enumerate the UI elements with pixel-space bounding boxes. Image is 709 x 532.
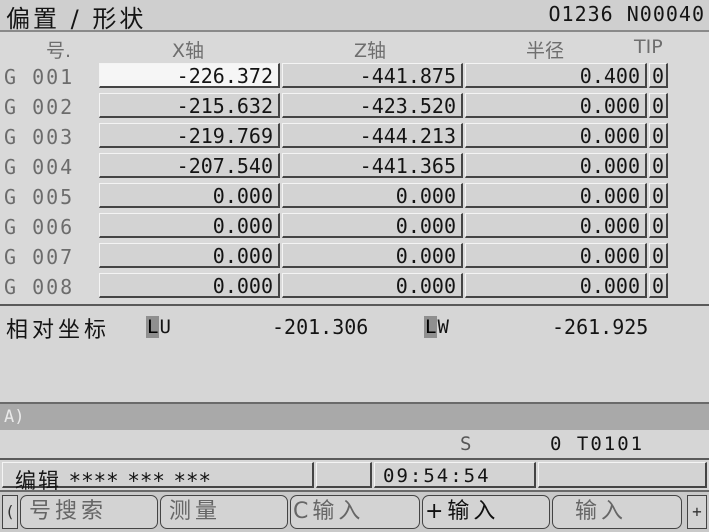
x-offset-cell[interactable]: 0.000 <box>99 273 280 298</box>
offset-number: G 007 <box>4 245 75 269</box>
u-axis-label: LU <box>146 316 171 338</box>
tip-cell[interactable]: 0 <box>649 63 668 88</box>
tool-number: 0 T0101 <box>550 433 645 455</box>
z-offset-cell[interactable]: 0.000 <box>282 273 463 298</box>
radius-cell[interactable]: 0.000 <box>465 213 647 238</box>
softkey-prev-button[interactable]: ( <box>2 495 18 529</box>
offset-number: G 008 <box>4 275 75 299</box>
radius-cell[interactable]: 0.400 <box>465 63 647 88</box>
table-row: G 003 -219.769 -444.213 0.000 0 <box>0 123 709 153</box>
status-line: S 0 T0101 <box>0 430 709 458</box>
x-offset-cell[interactable]: -215.632 <box>99 93 280 118</box>
title-bar: 偏置 / 形状 O1236 N00040 <box>0 0 709 33</box>
softkey-input[interactable]: 输入 <box>552 495 682 529</box>
tip-cell[interactable]: 0 <box>649 153 668 178</box>
x-offset-cell[interactable]: -219.769 <box>99 123 280 148</box>
tip-cell[interactable]: 0 <box>649 243 668 268</box>
clock: 09:54:54 <box>383 465 491 487</box>
program-number: O1236 N00040 <box>548 2 705 26</box>
column-header-tip: TIP <box>634 36 663 58</box>
w-axis-label: LW <box>424 316 449 338</box>
x-offset-cell[interactable]: 0.000 <box>99 213 280 238</box>
spindle-label: S <box>460 433 472 455</box>
table-row: G 005 0.000 0.000 0.000 0 <box>0 183 709 213</box>
tip-cell[interactable]: 0 <box>649 93 668 118</box>
column-header-z: Z轴 <box>354 40 387 62</box>
z-offset-cell[interactable]: -441.875 <box>282 63 463 88</box>
radius-cell[interactable]: 0.000 <box>465 183 647 208</box>
offset-number: G 005 <box>4 185 75 209</box>
mode-bar: 编辑 **** *** *** 09:54:54 <box>0 458 709 493</box>
z-offset-cell[interactable]: 0.000 <box>282 183 463 208</box>
w-axis-value: -261.925 <box>552 315 649 339</box>
relative-coordinates-label: 相对坐标 <box>6 318 111 343</box>
z-offset-cell[interactable]: 0.000 <box>282 243 463 268</box>
offset-table: 号. X轴 Z轴 半径 TIP G 001 -226.372 -441.875 … <box>0 32 709 304</box>
table-row: G 006 0.000 0.000 0.000 0 <box>0 213 709 243</box>
table-row: G 007 0.000 0.000 0.000 0 <box>0 243 709 273</box>
offset-number: G 003 <box>4 125 75 149</box>
softkey-number-search[interactable]: 号搜索 <box>20 495 158 529</box>
mode-slot <box>538 462 707 488</box>
x-offset-cell[interactable]: 0.000 <box>99 183 280 208</box>
mode-slot <box>316 462 372 488</box>
radius-cell[interactable]: 0.000 <box>465 153 647 178</box>
x-offset-cell[interactable]: -226.372 <box>99 63 280 88</box>
column-header-no: 号. <box>46 40 72 62</box>
radius-cell[interactable]: 0.000 <box>465 243 647 268</box>
u-axis-value: -201.306 <box>272 315 369 339</box>
input-prompt: A) <box>4 407 25 427</box>
offset-number: G 006 <box>4 215 75 239</box>
z-offset-cell[interactable]: 0.000 <box>282 213 463 238</box>
offset-number: G 004 <box>4 155 75 179</box>
table-row: G 002 -215.632 -423.520 0.000 0 <box>0 93 709 123</box>
softkey-measure[interactable]: 测量 <box>160 495 288 529</box>
tip-cell[interactable]: 0 <box>649 123 668 148</box>
radius-cell[interactable]: 0.000 <box>465 93 647 118</box>
offset-number: G 002 <box>4 95 75 119</box>
radius-cell[interactable]: 0.000 <box>465 273 647 298</box>
clock-box: 09:54:54 <box>374 462 536 488</box>
column-header-x: X轴 <box>172 40 205 62</box>
screen-title: 偏置 / 形状 <box>6 5 147 33</box>
table-row: G 001 -226.372 -441.875 0.400 0 <box>0 63 709 93</box>
table-row: G 004 -207.540 -441.365 0.000 0 <box>0 153 709 183</box>
softkey-plus-input[interactable]: +输入 <box>422 495 550 529</box>
tip-cell[interactable]: 0 <box>649 213 668 238</box>
softkey-next-button[interactable]: + <box>687 495 707 529</box>
tip-cell[interactable]: 0 <box>649 273 668 298</box>
column-header-radius: 半径 <box>526 40 565 62</box>
tip-cell[interactable]: 0 <box>649 183 668 208</box>
x-offset-cell[interactable]: 0.000 <box>99 243 280 268</box>
softkey-c-input[interactable]: C输入 <box>290 495 420 529</box>
softkey-bar: ( 号搜索 测量 C输入 +输入 输入 + <box>0 490 709 532</box>
z-offset-cell[interactable]: -423.520 <box>282 93 463 118</box>
offset-number: G 001 <box>4 65 75 89</box>
table-row: G 008 0.000 0.000 0.000 0 <box>0 273 709 303</box>
mode-box: 编辑 **** *** *** <box>2 462 314 493</box>
input-line[interactable]: A) <box>0 402 709 432</box>
x-offset-cell[interactable]: -207.540 <box>99 153 280 178</box>
relative-coordinates: 相对坐标 LU -201.306 LW -261.925 <box>0 304 709 404</box>
radius-cell[interactable]: 0.000 <box>465 123 647 148</box>
z-offset-cell[interactable]: -441.365 <box>282 153 463 178</box>
z-offset-cell[interactable]: -444.213 <box>282 123 463 148</box>
